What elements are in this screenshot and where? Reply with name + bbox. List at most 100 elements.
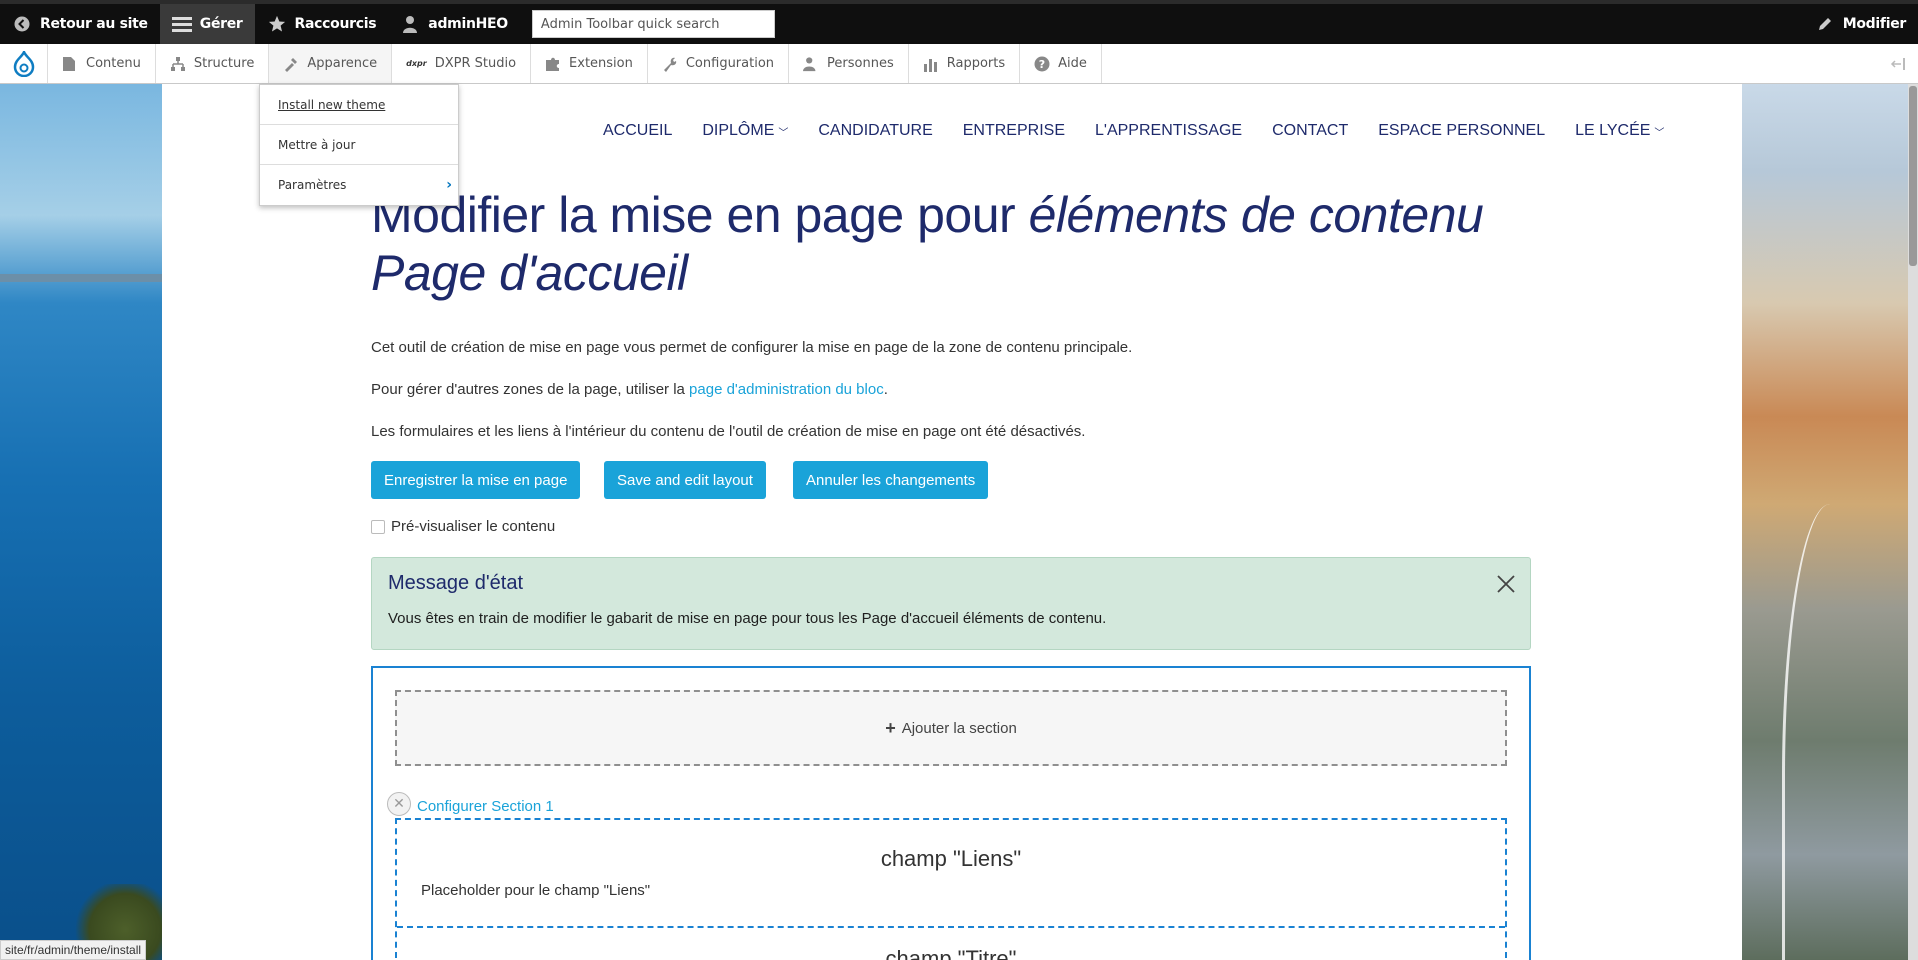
dxpr-logo-icon: dxpr (406, 59, 427, 68)
chevron-down-icon: ﹀ (778, 127, 789, 139)
block-title: champ "Liens" (880, 846, 1022, 871)
para2-text: Pour gérer d'autres zones de la page, ut… (371, 381, 690, 398)
admin-toolbar: Retour au site Gérer Raccourcis adminHEO… (0, 0, 1918, 44)
manage-tab[interactable]: Gérer (159, 4, 255, 44)
tray-item-label: Rapports (946, 56, 1006, 71)
collapse-arrow-icon (1890, 57, 1905, 70)
intro-paragraph-2: Pour gérer d'autres zones de la page, ut… (371, 381, 888, 398)
bar-chart-icon (923, 56, 939, 72)
back-to-site-label: Retour au site (40, 16, 148, 32)
tray-item-dxpr-studio[interactable]: dxpr DXPR Studio (392, 44, 532, 83)
field-block-links[interactable]: champ "Liens" Placeholder pour le champ … (397, 820, 1505, 928)
nav-label: ENTREPRISE (962, 122, 1065, 139)
tray-item-apparence[interactable]: Apparence (269, 44, 393, 83)
sitemap-icon (170, 56, 186, 72)
pencil-icon (1815, 14, 1835, 34)
tray-item-structure[interactable]: Structure (156, 44, 270, 83)
dropdown-item-label: Mettre à jour (278, 137, 356, 152)
tray-item-personnes[interactable]: Personnes (789, 44, 909, 83)
close-icon[interactable] (1496, 574, 1516, 594)
tray-item-aide[interactable]: ? Aide (1020, 44, 1102, 83)
nav-accueil[interactable]: ACCUEIL (603, 122, 672, 140)
title-main-text: Modifier la mise en page pour (371, 187, 1029, 243)
layout-region: champ "Liens" Placeholder pour le champ … (395, 818, 1507, 960)
title-emphasis-2: Page d'accueil (371, 245, 688, 301)
nav-diplome[interactable]: DIPLÔME ﹀ (702, 122, 788, 140)
preview-label: Pré-visualiser le contenu (391, 518, 556, 535)
road-curve (1782, 504, 1862, 960)
tray-item-configuration[interactable]: Configuration (648, 44, 790, 83)
intro-paragraph-3: Les formulaires et les liens à l'intérie… (371, 423, 1086, 440)
layout-builder: + Ajouter la section ✕ Configurer Sectio… (371, 666, 1531, 960)
save-layout-button[interactable]: Enregistrer la mise en page (371, 461, 581, 499)
preview-checkbox[interactable] (371, 519, 385, 534)
user-tab[interactable]: adminHEO (388, 4, 520, 44)
block-admin-link[interactable]: page d'administration du bloc (689, 381, 884, 398)
add-section-button[interactable]: + Ajouter la section (395, 690, 1507, 766)
configure-section-link[interactable]: Configurer Section 1 (417, 798, 554, 815)
para2-end: . (883, 381, 888, 398)
tray-item-label: Aide (1058, 56, 1087, 71)
save-and-edit-layout-button[interactable]: Save and edit layout (604, 461, 766, 499)
chevron-right-icon: › (446, 177, 452, 193)
page-title: Modifier la mise en page pour éléments d… (371, 186, 1571, 302)
nav-le-lycee[interactable]: LE LYCÉE ﹀ (1575, 122, 1664, 140)
background-sea-image (0, 84, 162, 960)
tray-item-label: Extension (569, 56, 633, 71)
nav-label: CONTACT (1272, 122, 1349, 139)
shortcuts-label: Raccourcis (294, 16, 377, 32)
tray-item-rapports[interactable]: Rapports (909, 44, 1021, 83)
nav-espace-personnel[interactable]: ESPACE PERSONNEL (1378, 122, 1545, 140)
preview-content-toggle: Pré-visualiser le contenu (371, 518, 555, 535)
dropdown-item-settings[interactable]: Paramètres › (260, 165, 458, 205)
cancel-changes-button[interactable]: Annuler les changements (793, 461, 989, 499)
nav-candidature[interactable]: CANDIDATURE (818, 122, 932, 140)
background-city-image (1742, 84, 1918, 960)
edit-toggle[interactable]: Modifier (1803, 4, 1918, 44)
nav-label: CANDIDATURE (818, 122, 933, 139)
user-label: adminHEO (428, 16, 508, 32)
chevron-down-icon: ﹀ (1654, 127, 1665, 139)
nav-label: DIPLÔME (702, 122, 775, 139)
site-navigation: ACCUEIL DIPLÔME ﹀ CANDIDATURE ENTREPRISE … (603, 122, 1694, 140)
menu-icon (171, 14, 192, 34)
tray-item-label: DXPR Studio (434, 56, 517, 71)
quick-search-input[interactable] (531, 10, 775, 38)
user-icon (400, 14, 420, 34)
status-message: Message d'état Vous êtes en train de mod… (371, 557, 1531, 650)
drupal-logo[interactable] (0, 44, 48, 83)
appearance-dropdown: Install new theme Mettre à jour Paramètr… (259, 84, 459, 206)
block-placeholder-text: Placeholder pour le champ "Liens" (421, 882, 651, 899)
tray-item-contenu[interactable]: Contenu (48, 44, 156, 83)
nav-label: ACCUEIL (603, 122, 673, 139)
nav-label: L'APPRENTISSAGE (1095, 122, 1243, 139)
page-scrollbar[interactable] (1908, 84, 1918, 960)
intro-paragraph-1: Cet outil de création de mise en page vo… (371, 339, 1133, 356)
scrollbar-thumb[interactable] (1909, 86, 1917, 266)
svg-text:?: ? (1039, 58, 1045, 71)
tray-item-label: Configuration (685, 56, 775, 71)
dropdown-item-update[interactable]: Mettre à jour (260, 125, 458, 165)
dropdown-item-install-theme[interactable]: Install new theme (260, 85, 458, 125)
paintbrush-icon (283, 56, 299, 72)
nav-entreprise[interactable]: ENTREPRISE (963, 122, 1065, 140)
nav-label: ESPACE PERSONNEL (1378, 122, 1546, 139)
admin-tray: Contenu Structure Apparence dxpr DXPR St… (0, 44, 1918, 84)
wrench-icon (662, 56, 678, 72)
tray-item-label: Structure (193, 56, 255, 71)
dropdown-item-label: Install new theme (278, 97, 386, 112)
block-title: champ "Titre" (885, 946, 1017, 960)
tray-item-label: Personnes (827, 56, 894, 71)
help-icon: ? (1034, 56, 1050, 72)
back-to-site-link[interactable]: Retour au site (0, 4, 160, 44)
nav-apprentissage[interactable]: L'APPRENTISSAGE (1095, 122, 1242, 140)
tray-item-extension[interactable]: Extension (531, 44, 648, 83)
browser-status-url: site/fr/admin/theme/install (0, 940, 147, 960)
shortcuts-tab[interactable]: Raccourcis (255, 4, 389, 44)
status-message-title: Message d'état (388, 572, 524, 594)
nav-contact[interactable]: CONTACT (1272, 122, 1348, 140)
tray-orientation-toggle[interactable] (1878, 44, 1918, 83)
drupal-icon (13, 50, 34, 77)
remove-section-icon[interactable]: ✕ (387, 792, 411, 816)
puzzle-icon (545, 56, 561, 72)
